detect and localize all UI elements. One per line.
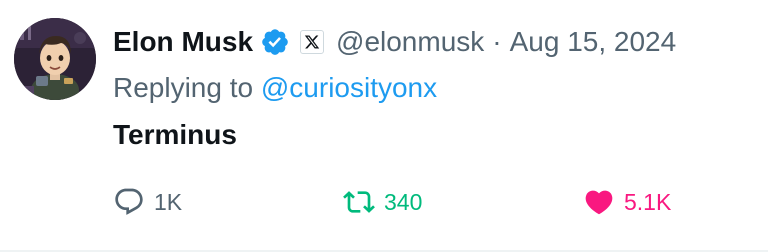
- retweet-icon: [343, 191, 375, 213]
- x-logo-icon: [300, 30, 325, 54]
- like-count: 5.1K: [624, 188, 672, 215]
- reply-bubble-icon: [115, 188, 143, 215]
- like-button[interactable]: 5.1K: [583, 184, 671, 220]
- tweet-actions: 1K 340 5.1K: [0, 184, 768, 220]
- header-separator: ·: [492, 26, 502, 57]
- avatar-image: [14, 18, 96, 100]
- replying-to-line: Replying to @curiosityonx: [113, 72, 437, 104]
- retweet-count: 340: [384, 188, 423, 215]
- tweet-card[interactable]: Elon Musk @elonmusk · Aug 15, 2024 Reply…: [0, 0, 768, 252]
- tweet-text: Terminus: [113, 119, 237, 150]
- tweet-header: Elon Musk @elonmusk · Aug 15, 2024: [113, 20, 676, 64]
- retweet-button[interactable]: 340: [343, 184, 422, 220]
- author-name[interactable]: Elon Musk: [113, 26, 253, 58]
- heart-icon: [585, 190, 613, 215]
- author-handle[interactable]: @elonmusk: [336, 26, 484, 58]
- replying-to-link[interactable]: @curiosityonx: [261, 72, 437, 103]
- reply-button[interactable]: 1K: [113, 184, 182, 220]
- tweet-date[interactable]: Aug 15, 2024: [510, 26, 677, 58]
- reply-count: 1K: [154, 188, 183, 215]
- avatar[interactable]: [14, 18, 96, 100]
- replying-to-prefix: Replying to: [113, 72, 254, 103]
- verified-badge-icon: [260, 27, 290, 57]
